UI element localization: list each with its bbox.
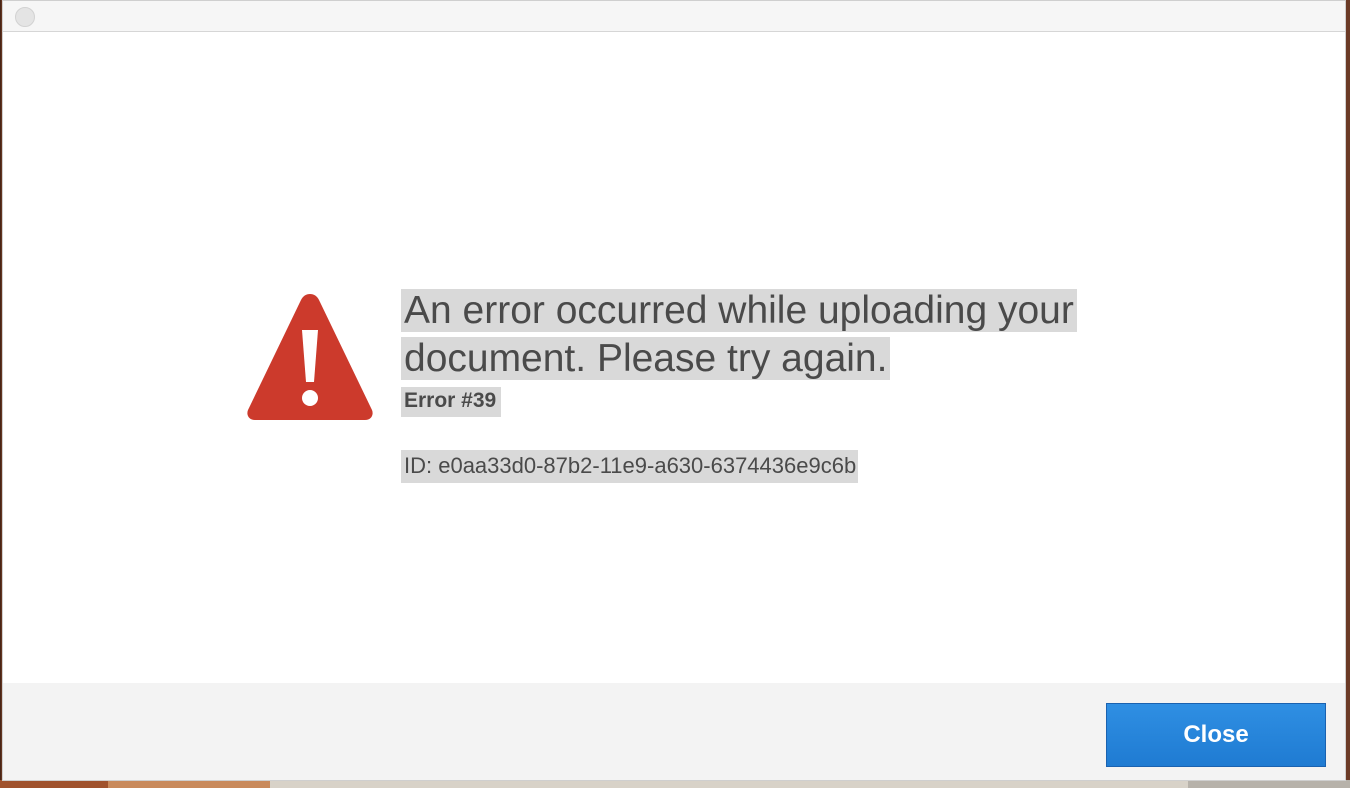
- dialog-footer: Close: [3, 683, 1345, 780]
- desktop-strip: [0, 780, 1350, 788]
- dialog-content: An error occurred while uploading your d…: [3, 32, 1345, 683]
- error-id: ID: e0aa33d0-87b2-11e9-a630-6374436e9c6b: [401, 450, 859, 483]
- error-dialog-window: An error occurred while uploading your d…: [2, 0, 1346, 781]
- error-message-block: An error occurred while uploading your d…: [401, 287, 1121, 483]
- error-code: Error #39: [401, 387, 502, 417]
- window-close-control[interactable]: [15, 7, 35, 27]
- close-button[interactable]: Close: [1106, 703, 1326, 767]
- error-headline: An error occurred while uploading your d…: [401, 289, 1077, 380]
- title-bar: [3, 1, 1345, 32]
- warning-icon: [247, 294, 373, 420]
